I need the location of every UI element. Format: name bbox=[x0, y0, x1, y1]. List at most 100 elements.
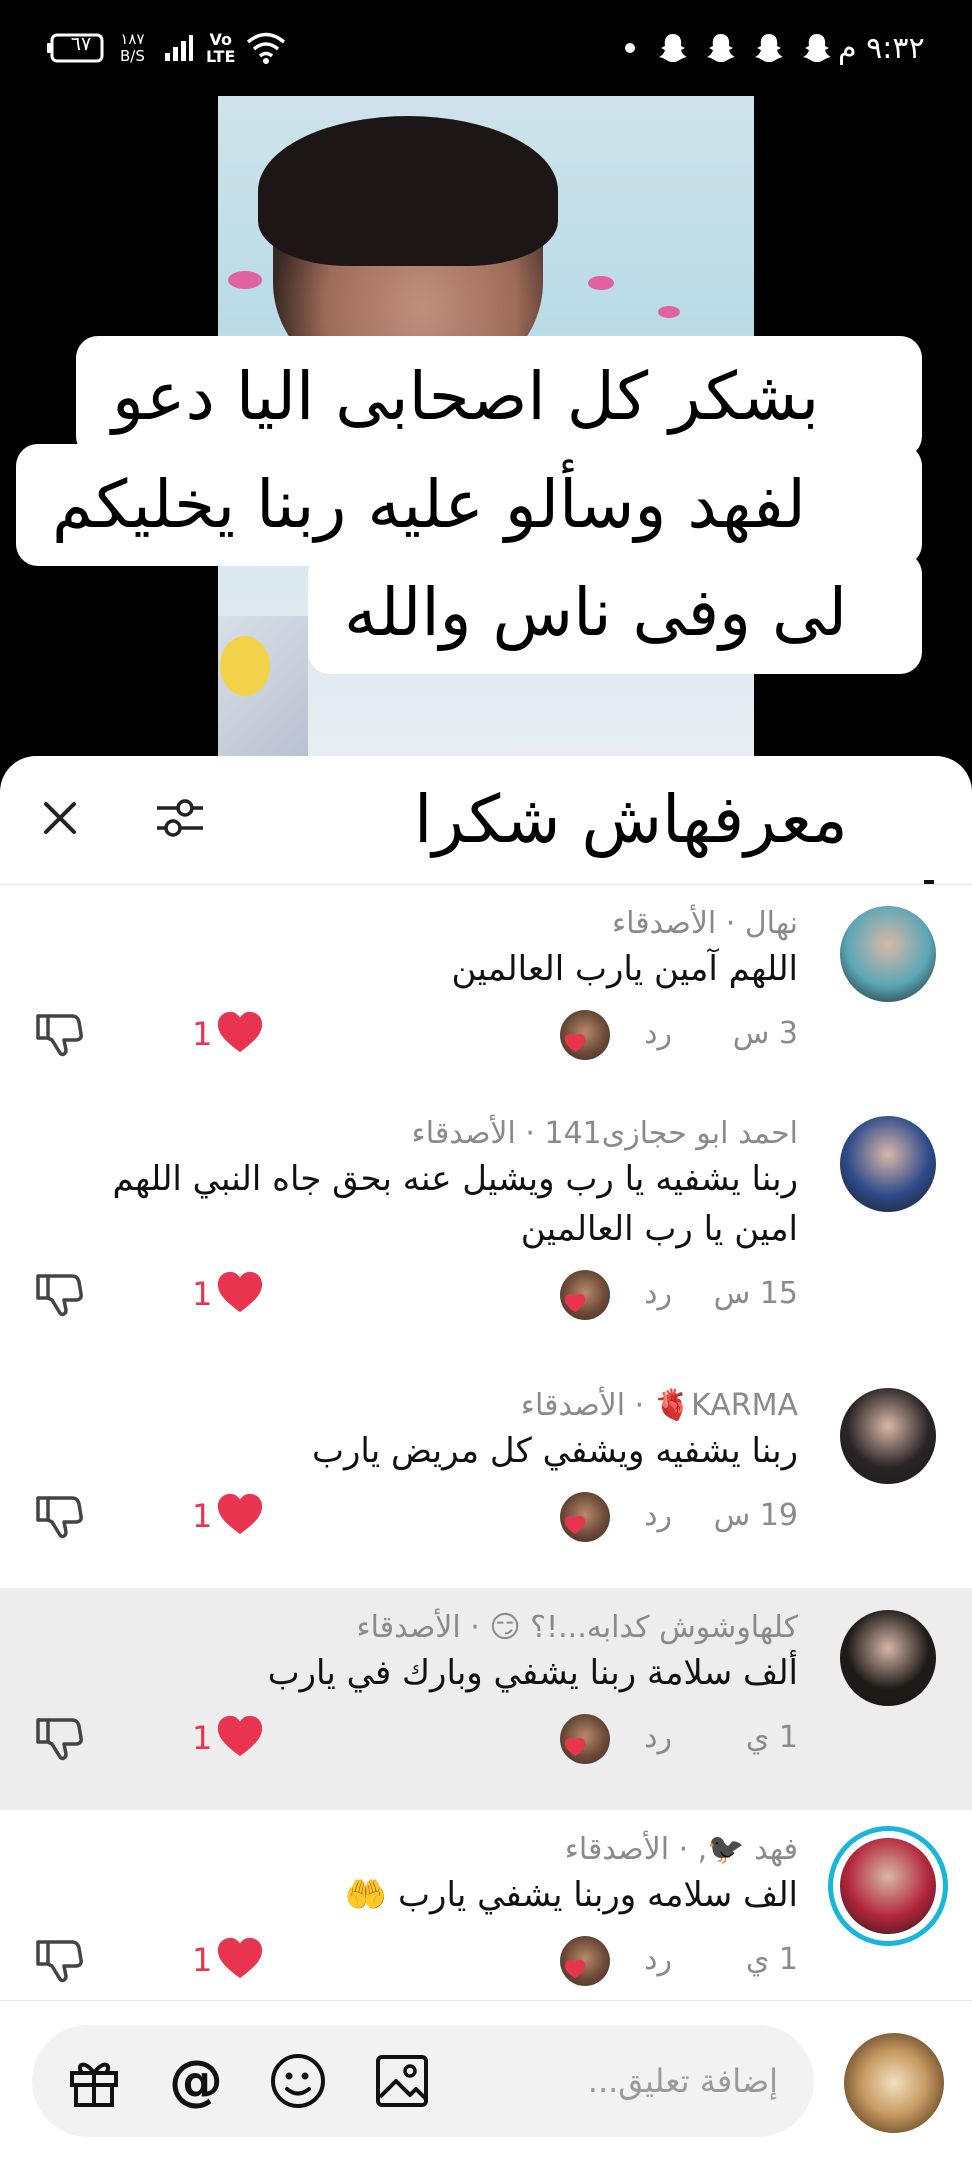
comment-text: ربنا يشفيه ويشفي كل مريض يارب bbox=[311, 1431, 798, 1471]
comment-text: الف سلامه وربنا يشفي يارب 🤲 bbox=[344, 1875, 798, 1915]
creator-liked-badge bbox=[560, 1492, 610, 1542]
thumbs-down-icon bbox=[36, 1718, 83, 1761]
like-count: 1 bbox=[192, 1719, 213, 1757]
volte-indicator: Vo LTE bbox=[206, 0, 235, 96]
filter-button[interactable] bbox=[144, 782, 216, 854]
like-button[interactable]: 1 bbox=[192, 1712, 264, 1764]
dislike-button[interactable] bbox=[34, 1490, 84, 1540]
my-avatar[interactable] bbox=[844, 2033, 944, 2133]
status-bar: ٦٧ ١٨٧ B/S Vo LTE ٩:٣٢ م bbox=[0, 0, 972, 96]
clock: ٩:٣٢ م bbox=[838, 30, 925, 66]
mention-button[interactable]: @ bbox=[164, 2049, 228, 2113]
comment-text: اللهم آمين يارب العالمين bbox=[451, 949, 798, 989]
commenter-avatar[interactable] bbox=[840, 906, 936, 1002]
dislike-button[interactable] bbox=[34, 1268, 84, 1318]
like-count: 1 bbox=[192, 1941, 213, 1979]
commenter-name[interactable]: كلهاوشوش كدابه...!؟ 😏 · الأصدقاء bbox=[357, 1610, 799, 1645]
signal-icon bbox=[164, 0, 194, 96]
commenter-name[interactable]: احمد ابو حجازى141 · الأصدقاء bbox=[412, 1116, 798, 1151]
creator-liked-badge bbox=[560, 1714, 610, 1764]
heart-icon bbox=[564, 1032, 586, 1058]
yellow-shape bbox=[220, 636, 270, 696]
comment-text: امين يا رب العالمين bbox=[520, 1209, 798, 1249]
like-button[interactable]: 1 bbox=[192, 1490, 264, 1542]
commenter-avatar[interactable] bbox=[840, 1388, 936, 1484]
thumbs-down-icon bbox=[36, 1274, 83, 1317]
emoji-button[interactable] bbox=[266, 2049, 330, 2113]
volte-bottom: LTE bbox=[206, 47, 236, 66]
thumbs-down-icon bbox=[36, 1014, 83, 1057]
dislike-button[interactable] bbox=[34, 1712, 84, 1762]
commenter-avatar[interactable] bbox=[840, 1838, 936, 1934]
notification-dot-icon bbox=[624, 0, 636, 96]
battery-icon: ٦٧ bbox=[46, 0, 106, 96]
heart-icon bbox=[564, 1292, 586, 1318]
caption-line: لى وفى ناس والله bbox=[308, 552, 922, 674]
comment-placeholder: إضافة تعليق... bbox=[587, 2062, 778, 2100]
heart-icon bbox=[564, 1958, 586, 1984]
comment-item[interactable]: KARMA🫀 · الأصدقاء ربنا يشفيه ويشفي كل مري… bbox=[0, 1366, 972, 1588]
snapchat-icon bbox=[803, 34, 831, 62]
volte-top: Vo bbox=[209, 30, 232, 49]
comment-time: 3 س bbox=[732, 1016, 798, 1051]
battery-level: ٦٧ bbox=[70, 33, 92, 55]
comment-input-bar: @ إضافة تعليق... bbox=[0, 2000, 972, 2161]
comments-sheet: معرفهاش شكرا نهال · الأصدقاء اللهم آمين ي… bbox=[0, 756, 972, 2160]
commenter-name[interactable]: نهال · الأصدقاء bbox=[612, 906, 798, 941]
creator-liked-badge bbox=[560, 1936, 610, 1986]
heart-icon bbox=[564, 1736, 586, 1762]
comment-item[interactable]: فهد 🐦‍⬛, · الأصدقاء الف سلامه وربنا يشفي … bbox=[0, 1810, 972, 2000]
heart-icon bbox=[216, 1008, 264, 1060]
like-count: 1 bbox=[192, 1275, 213, 1313]
thumbs-down-icon bbox=[36, 1496, 83, 1539]
like-button[interactable]: 1 bbox=[192, 1934, 264, 1986]
commenter-avatar[interactable] bbox=[840, 1116, 936, 1212]
close-icon bbox=[44, 802, 76, 834]
gift-button[interactable] bbox=[62, 2049, 126, 2113]
reply-button[interactable]: رد bbox=[644, 1498, 672, 1533]
at-icon: @ bbox=[169, 2049, 223, 2112]
image-button[interactable] bbox=[370, 2049, 434, 2113]
pillow-pattern bbox=[228, 271, 262, 289]
creator-liked-badge bbox=[560, 1010, 610, 1060]
comment-item[interactable]: نهال · الأصدقاء اللهم آمين يارب العالمين 3… bbox=[0, 884, 972, 1094]
commenter-avatar[interactable] bbox=[840, 1610, 936, 1706]
pillow-pattern bbox=[588, 276, 614, 290]
dislike-button[interactable] bbox=[34, 1008, 84, 1058]
pillow-pattern bbox=[658, 306, 680, 318]
comment-item[interactable]: احمد ابو حجازى141 · الأصدقاء ربنا يشفيه ي… bbox=[0, 1094, 972, 1366]
comment-item[interactable]: كلهاوشوش كدابه...!؟ 😏 · الأصدقاء ألف سلام… bbox=[0, 1588, 972, 1810]
caption-line: معرفهاش شكرا bbox=[378, 756, 922, 884]
commenter-name[interactable]: فهد 🐦‍⬛, · الأصدقاء bbox=[565, 1832, 798, 1867]
comment-text: ربنا يشفيه يا رب ويشيل عنه بحق جاه النبي… bbox=[112, 1159, 798, 1199]
dislike-button[interactable] bbox=[34, 1934, 84, 1984]
sliders-icon bbox=[157, 799, 203, 837]
like-count: 1 bbox=[192, 1015, 213, 1053]
reply-button[interactable]: رد bbox=[644, 1942, 672, 1977]
creator-liked-badge bbox=[560, 1270, 610, 1320]
image-icon bbox=[376, 2055, 428, 2107]
reply-button[interactable]: رد bbox=[644, 1276, 672, 1311]
video-player[interactable]: بشكر كل اصحابى اليا دعو لفهد وسألو عليه … bbox=[0, 96, 972, 756]
person-hair bbox=[258, 116, 558, 266]
reply-button[interactable]: رد bbox=[644, 1720, 672, 1755]
emoji-icon bbox=[271, 2054, 325, 2108]
like-count: 1 bbox=[192, 1497, 213, 1535]
caption-line: لفهد وسألو عليه ربنا يخليكم bbox=[16, 444, 922, 566]
commenter-name[interactable]: KARMA🫀 · الأصدقاء bbox=[521, 1388, 798, 1423]
wifi-icon bbox=[246, 0, 286, 96]
snapchat-notifications bbox=[656, 0, 834, 96]
like-button[interactable]: 1 bbox=[192, 1268, 264, 1320]
comment-text: ألف سلامة ربنا يشفي وبارك في يارب bbox=[267, 1653, 798, 1693]
reply-button[interactable]: رد bbox=[644, 1016, 672, 1051]
close-button[interactable] bbox=[24, 782, 96, 854]
comment-time: 1 ي bbox=[745, 1720, 798, 1755]
heart-icon bbox=[216, 1490, 264, 1542]
comment-time: 1 ي bbox=[745, 1942, 798, 1977]
like-button[interactable]: 1 bbox=[192, 1008, 264, 1060]
snapchat-icon bbox=[755, 34, 783, 62]
heart-icon bbox=[216, 1268, 264, 1320]
network-speed: ١٨٧ B/S bbox=[120, 0, 145, 96]
comment-input[interactable]: @ إضافة تعليق... bbox=[32, 2025, 814, 2137]
video-lower-fragment bbox=[218, 616, 308, 756]
